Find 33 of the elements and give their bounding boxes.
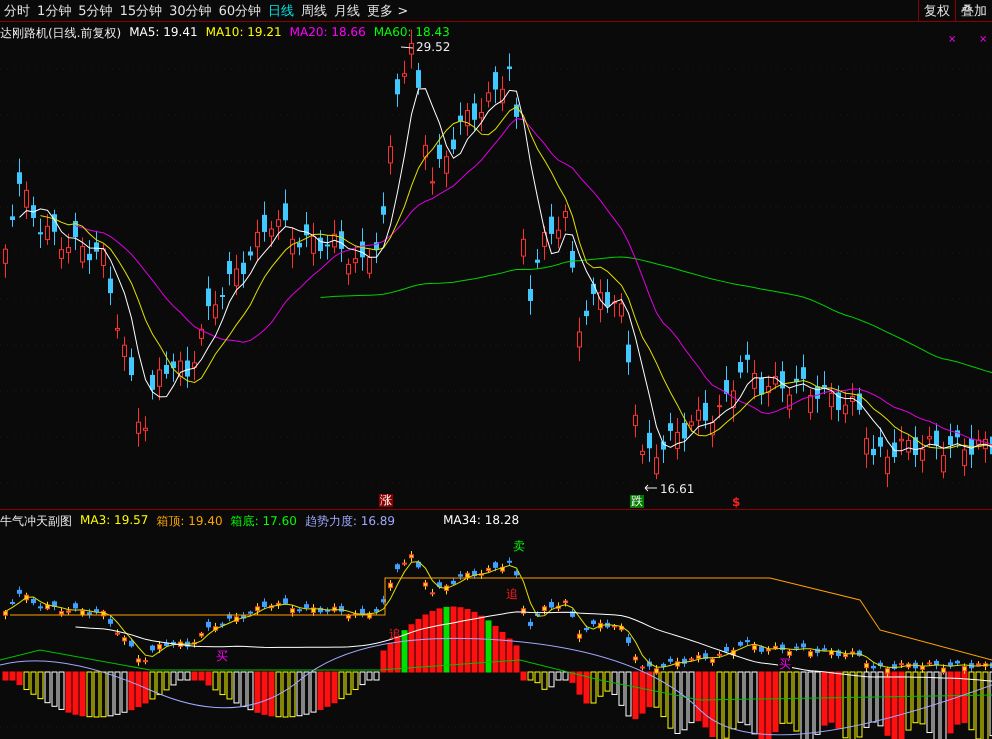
signal-label: 跌 [630, 495, 644, 508]
period-tab[interactable]: 5分钟 [78, 2, 113, 20]
signal-label: 追 [505, 588, 519, 601]
signal-label: $ [731, 496, 742, 509]
indicator-value: MA60: 18.43 [374, 25, 450, 41]
indicator-value: MA34: 18.28 [443, 513, 520, 529]
low-price-label: 16.61 [660, 482, 694, 496]
period-tab[interactable]: 月线 [334, 2, 360, 20]
close-mark[interactable]: × [979, 34, 988, 45]
indicator-value: MA10: 19.21 [206, 25, 282, 41]
close-mark[interactable]: × [948, 34, 956, 45]
period-tab[interactable]: 30分钟 [169, 2, 212, 20]
signal-label: 买 [778, 658, 792, 671]
indicator-value: 趋势力度: 16.89 [304, 513, 396, 530]
period-tab[interactable]: 日线 [268, 2, 294, 20]
signal-label: 卖 [512, 540, 526, 553]
signal-label: 买 [215, 650, 229, 663]
indicator-value: 箱顶: 19.40 [156, 513, 223, 530]
period-tab[interactable]: 更多 > [367, 2, 408, 20]
chart-title: 达刚路机(日线.前复权) [0, 25, 122, 42]
period-tab[interactable]: 15分钟 [120, 2, 162, 20]
high-price-label: 29.52 [416, 40, 450, 54]
period-tab[interactable]: 1分钟 [37, 2, 72, 20]
period-tab[interactable]: 分时 [4, 2, 30, 20]
signal-label: 涨 [379, 494, 393, 507]
signal-label: 追 [388, 628, 402, 641]
period-tab[interactable]: 周线 [301, 2, 328, 20]
chart-title: 牛气冲天副图 [0, 513, 72, 530]
indicator-value: MA5: 19.41 [129, 25, 198, 41]
indicator-value: 箱底: 17.60 [230, 513, 297, 530]
indicator-value: MA3: 19.57 [80, 513, 148, 529]
period-tab[interactable]: 60分钟 [218, 2, 262, 20]
indicator-value: MA20: 18.66 [290, 25, 366, 41]
